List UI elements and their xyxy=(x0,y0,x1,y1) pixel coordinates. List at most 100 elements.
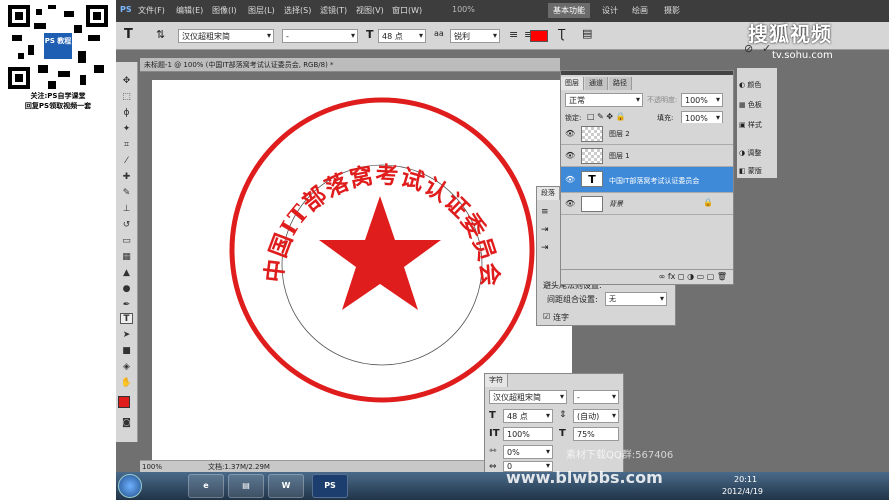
opacity-input[interactable]: 100% xyxy=(681,93,723,107)
history-brush-tool-icon[interactable]: ↺ xyxy=(120,220,133,231)
leading-input[interactable]: (自动) xyxy=(573,409,619,423)
type-tool-button-icon[interactable]: T xyxy=(120,313,133,324)
indent-left-icon[interactable]: ⇥ xyxy=(541,225,549,235)
3d-tool-icon[interactable]: ◈ xyxy=(120,362,133,373)
blur-tool-icon[interactable]: ▲ xyxy=(120,268,133,279)
zoom-level[interactable]: 100% xyxy=(452,5,475,14)
crop-tool-icon[interactable]: ⌗ xyxy=(120,140,133,151)
menu-layer[interactable]: 图层(L) xyxy=(248,5,275,16)
menu-select[interactable]: 选择(S) xyxy=(284,5,311,16)
panels-toggle-icon[interactable]: ▤ xyxy=(582,27,592,40)
dock-swatches[interactable]: ▦ 色板 xyxy=(739,100,762,110)
document-tab[interactable]: 未标题-1 @ 100% (中国IT部落窝考试认证委员会, RGB/8) * xyxy=(140,58,560,72)
mojikumi-select[interactable]: 无 xyxy=(605,292,667,306)
panel-titlebar[interactable] xyxy=(561,71,733,75)
align-icons[interactable]: ≡ xyxy=(541,207,549,217)
align-left-icon[interactable]: ≡ xyxy=(509,28,518,41)
windows-taskbar: e ▤ W PS 20:11 2012/4/19 xyxy=(116,472,889,500)
qq-group-watermark: 素材下载QQ群:567406 xyxy=(566,450,674,461)
font-family-select[interactable]: 汉仪超粗宋简 xyxy=(178,29,274,43)
healing-tool-icon[interactable]: ✚ xyxy=(120,172,133,183)
quick-mask-icon[interactable]: ◙ xyxy=(120,418,133,429)
tracking-input[interactable]: 0% xyxy=(503,445,553,459)
tab-channels[interactable]: 通道 xyxy=(585,77,608,90)
eye-icon[interactable]: 👁 xyxy=(565,129,575,138)
dock-styles[interactable]: ▣ 样式 xyxy=(739,120,762,130)
menu-view[interactable]: 视图(V) xyxy=(356,5,384,16)
char-font-select[interactable]: 汉仪超粗宋简 xyxy=(489,390,567,404)
stamp-tool-icon[interactable]: ⊥ xyxy=(120,204,133,215)
start-button-icon[interactable] xyxy=(118,474,142,498)
brush-tool-icon[interactable]: ✎ xyxy=(120,188,133,199)
blend-mode-select[interactable]: 正常 xyxy=(565,93,643,107)
eye-icon[interactable]: 👁 xyxy=(565,175,575,184)
lock-icon: 🔒 xyxy=(703,198,713,207)
explorer-taskbar-icon[interactable]: ▤ xyxy=(228,474,264,498)
toolbox: ✥ ⬚ ϕ ✦ ⌗ ⁄ ✚ ✎ ⊥ ↺ ▭ ▦ ▲ ● ✒ T ➤ ■ ◈ ✋ … xyxy=(116,62,138,442)
text-color-swatch[interactable] xyxy=(530,30,548,42)
antialias-select[interactable]: 锐利 xyxy=(450,29,500,43)
foreground-color-swatch[interactable] xyxy=(118,396,130,408)
text-layer-thumbnail: T xyxy=(581,171,603,187)
tab-layers[interactable]: 图层 xyxy=(561,77,584,90)
menu-edit[interactable]: 编辑(E) xyxy=(176,5,203,16)
layer-row[interactable]: 👁 图层 2 xyxy=(561,123,733,145)
hyphenate-checkbox[interactable]: ☑ xyxy=(543,312,550,321)
gradient-tool-icon[interactable]: ▦ xyxy=(120,252,133,263)
word-taskbar-button[interactable]: W xyxy=(268,474,304,498)
hscale-icon: T xyxy=(559,428,566,439)
leading-icon: ⇕ xyxy=(559,410,567,420)
shape-tool-icon[interactable]: ■ xyxy=(120,346,133,357)
layers-footer-icons[interactable]: ∞ fx ◻ ◑ ▭ ▢ 🗑 xyxy=(561,269,733,284)
eye-icon[interactable]: 👁 xyxy=(565,199,575,208)
path-select-tool-icon[interactable]: ➤ xyxy=(120,330,133,341)
menu-file[interactable]: 文件(F) xyxy=(138,5,165,16)
hyphenate-label: 连字 xyxy=(553,313,569,322)
eye-icon[interactable]: 👁 xyxy=(565,151,575,160)
tab-paragraph[interactable]: 段落 xyxy=(537,187,560,200)
hand-tool-icon[interactable]: ✋ xyxy=(120,378,133,389)
indent-first-icon[interactable]: ⇥ xyxy=(541,243,549,253)
layer-row[interactable]: 👁 图层 1 xyxy=(561,145,733,167)
workspace-photography[interactable]: 摄影 xyxy=(664,5,680,16)
workspace-design[interactable]: 设计 xyxy=(602,5,618,16)
promo-line-2: 回复PS领取视频一套 xyxy=(24,102,92,110)
photoshop-taskbar-button[interactable]: PS xyxy=(312,474,348,498)
promo-line-1: 关注:PS自学课堂 xyxy=(30,92,86,100)
font-style-select[interactable]: - xyxy=(282,29,358,43)
move-tool-icon[interactable]: ✥ xyxy=(120,76,133,87)
workspace-essentials[interactable]: 基本功能 xyxy=(548,3,590,18)
text-orientation-icon[interactable]: ⇅ xyxy=(156,28,165,41)
pen-tool-icon[interactable]: ✒ xyxy=(120,300,133,311)
menu-filter[interactable]: 滤镜(T) xyxy=(320,5,347,16)
vscale-input[interactable]: 100% xyxy=(503,427,553,441)
char-size-input[interactable]: 48 点 xyxy=(503,409,553,423)
hscale-input[interactable]: 75% xyxy=(573,427,619,441)
dodge-tool-icon[interactable]: ● xyxy=(120,284,133,295)
type-tool-icon: T xyxy=(124,27,133,42)
layer-row[interactable]: 👁 背景 🔒 xyxy=(561,193,733,215)
tab-character[interactable]: 字符 xyxy=(485,374,508,387)
warp-text-icon[interactable]: Ʈ xyxy=(558,27,565,41)
panel-dock-strip: ◐ 颜色 ▦ 色板 ▣ 样式 ◑ 调整 ◧ 蒙版 xyxy=(737,68,777,178)
dock-color[interactable]: ◐ 颜色 xyxy=(739,80,761,90)
char-style-select[interactable]: - xyxy=(573,390,619,404)
layer-row-selected[interactable]: 👁 T 中国IT部落窝考试认证委员会 xyxy=(561,167,733,193)
menu-window[interactable]: 窗口(W) xyxy=(392,5,422,16)
menu-image[interactable]: 图像(I) xyxy=(212,5,237,16)
layer-thumbnail xyxy=(581,196,603,212)
font-size-select[interactable]: 48 点 xyxy=(378,29,426,43)
marquee-tool-icon[interactable]: ⬚ xyxy=(120,92,133,103)
eyedropper-tool-icon[interactable]: ⁄ xyxy=(120,156,133,167)
lock-icons[interactable]: □ ✎ ✥ 🔒 xyxy=(587,112,626,121)
dock-adjustments[interactable]: ◑ 调整 xyxy=(739,148,761,158)
ie-taskbar-icon[interactable]: e xyxy=(188,474,224,498)
magic-wand-tool-icon[interactable]: ✦ xyxy=(120,124,133,135)
layer-thumbnail xyxy=(581,126,603,142)
fill-label: 填充: xyxy=(657,114,674,122)
eraser-tool-icon[interactable]: ▭ xyxy=(120,236,133,247)
lasso-tool-icon[interactable]: ϕ xyxy=(120,108,133,119)
dock-masks[interactable]: ◧ 蒙版 xyxy=(739,166,762,176)
tab-paths[interactable]: 路径 xyxy=(609,77,632,90)
workspace-painting[interactable]: 绘画 xyxy=(632,5,648,16)
